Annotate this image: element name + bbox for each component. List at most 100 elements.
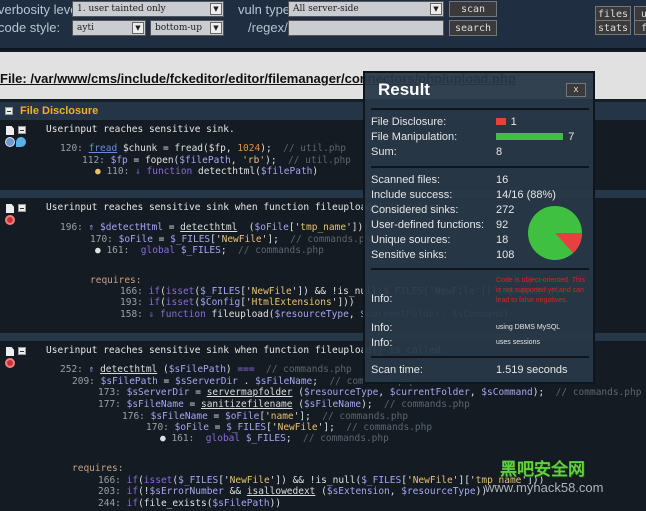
vuln-type-select[interactable]: All server-side ▼ [288,1,444,17]
code-token: $_FILES [226,422,267,433]
vuln-type-label: vuln type: [238,2,294,17]
chevron-down-icon: ▼ [430,3,442,15]
code-token: 112: [82,155,111,166]
watermark-logo: 黑吧安全网 [500,460,585,479]
code-token: ; [285,433,304,444]
code-token: [' [259,411,271,422]
code-line: requires: [90,275,141,286]
code-line: 196: ⇑ $detectHtml = detecthtml ($oFile[… [60,222,392,233]
code-line: requires: [72,463,123,474]
close-button[interactable]: x [566,83,586,97]
code-token: ); [265,155,288,166]
code-token[interactable]: detecthtml [100,364,157,375]
collapse-icon[interactable] [18,126,26,134]
code-token: ) [225,364,238,375]
scan-stat-label: Considered sinks: [371,204,459,216]
code-token: $sFileName [303,399,362,410]
scan-stat-value: 92 [496,219,509,231]
exploit-target-icon[interactable] [5,215,15,225]
scan-stat-label: Unique sources: [371,234,451,246]
code-token: 196: [60,222,89,233]
help-icon[interactable] [5,137,15,147]
code-token: $chunk = fread($fp, [117,143,238,154]
code-token: , [348,309,361,320]
file-icon[interactable] [6,347,14,356]
functions-button[interactable]: f [634,20,646,35]
code-token: = [208,422,227,433]
file-icon[interactable] [6,126,14,135]
code-token: $sFilePath [212,498,270,509]
code-token: $oFile [254,222,289,233]
regex-label: /regex/: [248,20,292,35]
collapse-icon[interactable] [5,107,13,115]
code-token: $sServerDir [174,376,238,387]
files-button[interactable]: files [595,6,631,21]
verbosity-select[interactable]: 1. user tainted only ▼ [72,1,224,17]
code-token: 252: [60,364,89,375]
file-icon[interactable] [6,204,14,213]
code-token[interactable]: isallowedext [247,486,316,497]
user-button[interactable]: u [634,6,646,21]
code-token: ) [312,166,319,177]
code-token: NewFile [277,422,318,433]
code-line: 176: $sFileName = $oFile['name']; // com… [122,411,408,422]
result-dialog: Result x File Disclosure: 1 File Manipulat… [363,71,595,384]
data-leak-icon[interactable] [16,137,26,147]
code-token: $resourceType [401,486,476,497]
code-token: = [152,234,171,245]
scan-time-label: Scan time: [371,364,423,376]
collapse-icon[interactable] [18,204,26,212]
code-token: ⇓ function [135,166,193,177]
code-token: NewFile [251,286,292,297]
search-button[interactable]: search [449,20,497,36]
stats-button[interactable]: stats [595,20,631,35]
stat-value: 1 [510,116,517,128]
code-token: $_FILES [178,475,219,486]
info-value: uses sessions [496,339,540,346]
scan-button[interactable]: scan [449,1,497,17]
code-token: $_FILES [240,433,286,444]
code-token[interactable]: sanitizefilename [201,399,293,410]
code-token[interactable]: detecthtml [180,222,237,233]
code-token: isset [143,475,173,486]
watermark-url: www.myhack58.com [485,480,604,495]
info-value: using DBMS MySQL [496,324,561,331]
code-line: 252: ⇑ detecthtml ($sFilePath) === // co… [60,364,352,375]
collapse-icon[interactable] [18,347,26,355]
scan-time-value: 1.519 seconds [496,364,568,376]
code-token: = [162,222,181,233]
stat-value: 8 [496,146,503,158]
code-token: (file_exists( [138,498,213,509]
chevron-down-icon: ▼ [132,22,144,34]
order-select[interactable]: bottom-up ▼ [150,20,224,36]
code-token: [' [288,222,301,233]
code-token: // commands.php [555,387,642,398]
exploit-target-icon[interactable] [5,358,15,368]
code-token: ( [292,387,304,398]
code-token: ⇑ [88,364,101,375]
code-token: '][' [452,475,476,486]
stat-label: Sum: [371,146,397,158]
code-token: requires: [90,275,142,286]
code-token: if [126,486,139,497]
code-token: ( [315,486,327,497]
code-token: $sFileName [126,399,184,410]
code-token: $_FILES [361,475,402,486]
code-token[interactable]: servermapfolder [207,387,293,398]
code-token: $sServerDir [126,387,190,398]
regex-input[interactable] [288,20,444,36]
code-token: 161: [106,245,141,256]
info-label: Info: [371,322,393,334]
stat-value: 7 [568,131,575,143]
code-line: 203: if(!$sErrorNumber && isallowedext (… [98,486,487,497]
code-line: 244: if(file_exists($sFilePath)) [98,498,281,509]
stat-label: File Manipulation: [371,131,458,143]
info-value: Code is object-oriented. This is not sup… [496,277,585,304]
code-token: [' [240,297,252,308]
info-label: Info: [371,293,393,305]
code-token: global [140,245,176,256]
code-style-select[interactable]: ayti ▼ [72,20,146,36]
code-token: // commands.php [238,245,324,256]
code-line: 166: if(isset($_FILES['NewFile']) && !is… [98,475,544,486]
code-token[interactable]: fread [89,143,118,154]
